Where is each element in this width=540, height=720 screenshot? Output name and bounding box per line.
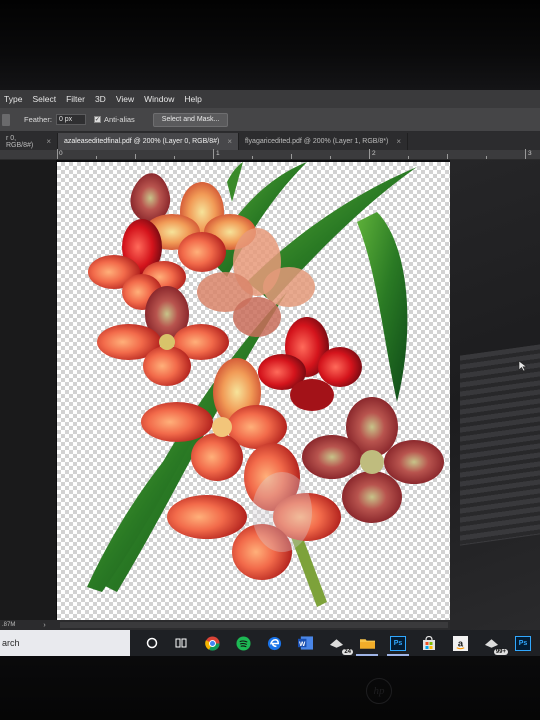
store-icon[interactable]	[420, 634, 438, 652]
left-pasteboard	[0, 160, 56, 620]
screen-reflection	[460, 344, 540, 546]
windows-taskbar: arch W 24 Ps a 99+ Ps	[0, 630, 540, 656]
mail-count-badge: 99+	[493, 649, 508, 655]
close-icon[interactable]: ×	[396, 137, 401, 146]
horizontal-ruler: 0 1 2 3	[0, 149, 540, 160]
tab-azaleaseditedfinal[interactable]: azaleaseditedfinal.pdf @ 200% (Layer 0, …	[58, 133, 240, 150]
menu-view[interactable]: View	[116, 94, 134, 104]
document-tab-bar: r 0, RGB/8#) × azaleaseditedfinal.pdf @ …	[0, 132, 540, 150]
menu-3d[interactable]: 3D	[95, 94, 106, 104]
mouse-cursor-icon	[518, 360, 528, 372]
document-canvas[interactable]	[57, 162, 450, 620]
ruler-label: 2	[372, 150, 376, 157]
svg-text:W: W	[299, 641, 306, 648]
status-menu-arrow[interactable]: ›	[43, 622, 45, 629]
download-count-badge: 24	[342, 649, 353, 655]
cortana-icon[interactable]	[143, 634, 161, 652]
close-icon[interactable]: ×	[227, 137, 232, 146]
spotify-icon[interactable]	[234, 634, 252, 652]
photoshop-second-icon[interactable]: Ps	[514, 634, 532, 652]
feather-label: Feather:	[24, 115, 52, 124]
ruler-label: 1	[216, 150, 220, 157]
edge-icon[interactable]	[265, 634, 283, 652]
menu-help[interactable]: Help	[184, 94, 201, 104]
file-explorer-icon[interactable]	[356, 634, 378, 656]
gladiolus-artwork	[87, 162, 444, 607]
amazon-icon[interactable]: a	[451, 634, 469, 652]
downloads-icon[interactable]: 24	[327, 634, 353, 655]
menu-bar: Type Select Filter 3D View Window Help	[0, 90, 540, 108]
svg-text:a: a	[457, 638, 463, 648]
mail-icon[interactable]: 99+	[482, 634, 508, 655]
photo-of-monitor: Type Select Filter 3D View Window Help F…	[0, 0, 540, 720]
options-bar: Feather: ✓ Anti-alias Select and Mask...	[0, 108, 540, 132]
tab-label: azaleaseditedfinal.pdf @ 200% (Layer 0, …	[64, 138, 220, 145]
task-view-icon[interactable]	[172, 634, 190, 652]
photoshop-label: Ps	[515, 635, 531, 651]
antialias-label: Anti-alias	[103, 115, 135, 124]
menu-type[interactable]: Type	[4, 94, 22, 104]
menu-select[interactable]: Select	[32, 94, 56, 104]
word-icon[interactable]: W	[296, 634, 314, 652]
tab-label: flyagaricedited.pdf @ 200% (Layer 1, RGB…	[245, 138, 389, 145]
search-placeholder: arch	[2, 638, 20, 648]
taskbar-search-box[interactable]: arch	[0, 630, 130, 656]
close-icon[interactable]: ×	[46, 137, 51, 146]
ruler-label: 3	[528, 150, 532, 157]
monitor-bezel-top	[0, 0, 540, 90]
select-and-mask-button[interactable]: Select and Mask...	[152, 112, 229, 127]
tool-preset-icon[interactable]	[2, 113, 10, 126]
tab-label: r 0, RGB/8#)	[6, 134, 34, 149]
document-size-readout: .87M	[2, 622, 16, 628]
monitor-bezel-bottom	[0, 656, 540, 720]
hp-logo-icon: hp	[366, 678, 392, 704]
chrome-icon[interactable]	[203, 634, 221, 652]
tab-previous-document[interactable]: r 0, RGB/8#) ×	[0, 133, 58, 150]
photoshop-label: Ps	[390, 635, 406, 651]
horizontal-scrollbar[interactable]	[60, 622, 448, 628]
tab-flyagaricedited[interactable]: flyagaricedited.pdf @ 200% (Layer 1, RGB…	[239, 133, 409, 150]
menu-filter[interactable]: Filter	[66, 94, 85, 104]
photoshop-icon[interactable]: Ps	[387, 634, 409, 656]
feather-input[interactable]	[55, 114, 86, 125]
menu-window[interactable]: Window	[144, 94, 174, 104]
antialias-checkbox[interactable]: ✓	[93, 116, 101, 123]
ruler-label: 0	[59, 150, 63, 157]
